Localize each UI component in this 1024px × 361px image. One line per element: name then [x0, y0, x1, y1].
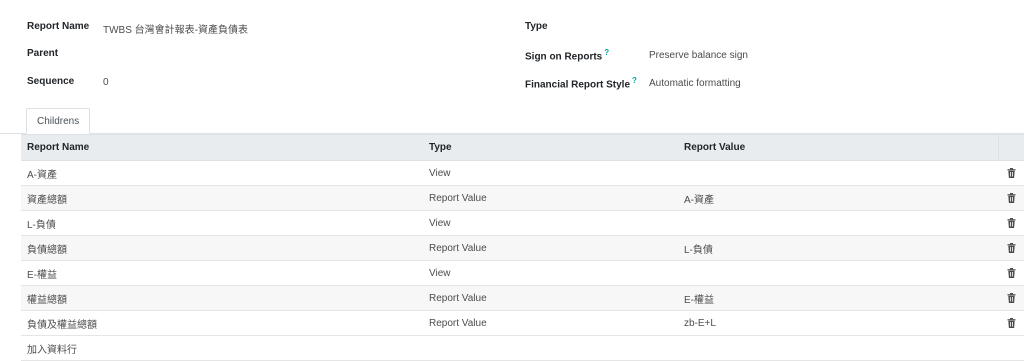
- sequence-value[interactable]: 0: [103, 77, 109, 88]
- table-row[interactable]: L-負債 View: [21, 210, 1024, 236]
- trash-icon[interactable]: [1007, 192, 1016, 203]
- notebook-tabs: Childrens: [0, 108, 1024, 134]
- parent-label: Parent: [27, 48, 59, 59]
- row-report-value[interactable]: [678, 260, 998, 286]
- trash-icon[interactable]: [1007, 267, 1016, 278]
- trash-icon[interactable]: [1007, 217, 1016, 228]
- add-line-link[interactable]: 加入資料行: [21, 335, 1024, 361]
- trash-icon[interactable]: [1007, 292, 1016, 303]
- financial-report-style-value[interactable]: Automatic formatting: [649, 78, 741, 89]
- row-report-name[interactable]: A-資產: [21, 160, 423, 186]
- table-row[interactable]: 資產總額 Report Value A-資產: [21, 185, 1024, 211]
- row-delete[interactable]: [998, 260, 1024, 286]
- row-report-name[interactable]: 負債及權益總額: [21, 310, 423, 336]
- sign-on-reports-value[interactable]: Preserve balance sign: [649, 50, 748, 61]
- report-name-value[interactable]: TWBS 台灣會計報表-資產負債表: [103, 21, 248, 36]
- sign-help-icon[interactable]: ?: [604, 48, 609, 57]
- financial-report-style-text: Financial Report Style: [525, 79, 631, 91]
- table-row[interactable]: A-資產 View: [21, 160, 1024, 186]
- table-row[interactable]: 權益總額 Report Value E-權益: [21, 285, 1024, 311]
- type-label: Type: [525, 21, 548, 32]
- row-report-value[interactable]: E-權益: [678, 285, 998, 311]
- row-report-name[interactable]: E-權益: [21, 260, 423, 286]
- sign-on-reports-text: Sign on Reports: [525, 51, 603, 63]
- financial-report-style-label: Financial Report Style?: [525, 76, 637, 90]
- row-delete[interactable]: [998, 160, 1024, 186]
- row-type[interactable]: View: [423, 210, 678, 236]
- row-delete[interactable]: [998, 310, 1024, 336]
- row-report-value[interactable]: A-資產: [678, 185, 998, 211]
- row-type[interactable]: Report Value: [423, 185, 678, 211]
- row-delete[interactable]: [998, 210, 1024, 236]
- row-delete[interactable]: [998, 185, 1024, 211]
- row-delete[interactable]: [998, 235, 1024, 261]
- row-report-value[interactable]: [678, 160, 998, 186]
- sign-on-reports-label: Sign on Reports?: [525, 48, 609, 62]
- column-header-report-name[interactable]: Report Name: [21, 134, 423, 161]
- row-type[interactable]: Report Value: [423, 235, 678, 261]
- column-header-report-value[interactable]: Report Value: [678, 134, 998, 161]
- add-line-row: 加入資料行: [21, 335, 1024, 361]
- table-row[interactable]: 負債總額 Report Value L-負債: [21, 235, 1024, 261]
- table-row[interactable]: 負債及權益總額 Report Value zb-E+L: [21, 310, 1024, 336]
- row-report-value[interactable]: L-負債: [678, 235, 998, 261]
- tab-childrens[interactable]: Childrens: [26, 108, 91, 134]
- row-type[interactable]: View: [423, 260, 678, 286]
- row-report-value[interactable]: zb-E+L: [678, 310, 998, 336]
- trash-icon[interactable]: [1007, 317, 1016, 328]
- table-header-row: Report Name Type Report Value: [21, 134, 1024, 161]
- row-type[interactable]: Report Value: [423, 310, 678, 336]
- column-header-type[interactable]: Type: [423, 134, 678, 161]
- childrens-table: Report Name Type Report Value A-資產 View …: [21, 134, 1024, 361]
- trash-icon[interactable]: [1007, 242, 1016, 253]
- trash-icon[interactable]: [1007, 167, 1016, 178]
- column-header-actions: [997, 134, 1024, 161]
- sequence-label: Sequence: [27, 76, 75, 87]
- style-help-icon[interactable]: ?: [632, 76, 637, 85]
- row-report-value[interactable]: [678, 210, 998, 236]
- row-type[interactable]: View: [423, 160, 678, 186]
- row-type[interactable]: Report Value: [423, 285, 678, 311]
- table-row[interactable]: E-權益 View: [21, 260, 1024, 286]
- report-name-label: Report Name: [27, 21, 90, 32]
- row-report-name[interactable]: 資產總額: [21, 185, 423, 211]
- row-delete[interactable]: [998, 285, 1024, 311]
- row-report-name[interactable]: 負債總額: [21, 235, 423, 261]
- row-report-name[interactable]: 權益總額: [21, 285, 423, 311]
- row-report-name[interactable]: L-負債: [21, 210, 423, 236]
